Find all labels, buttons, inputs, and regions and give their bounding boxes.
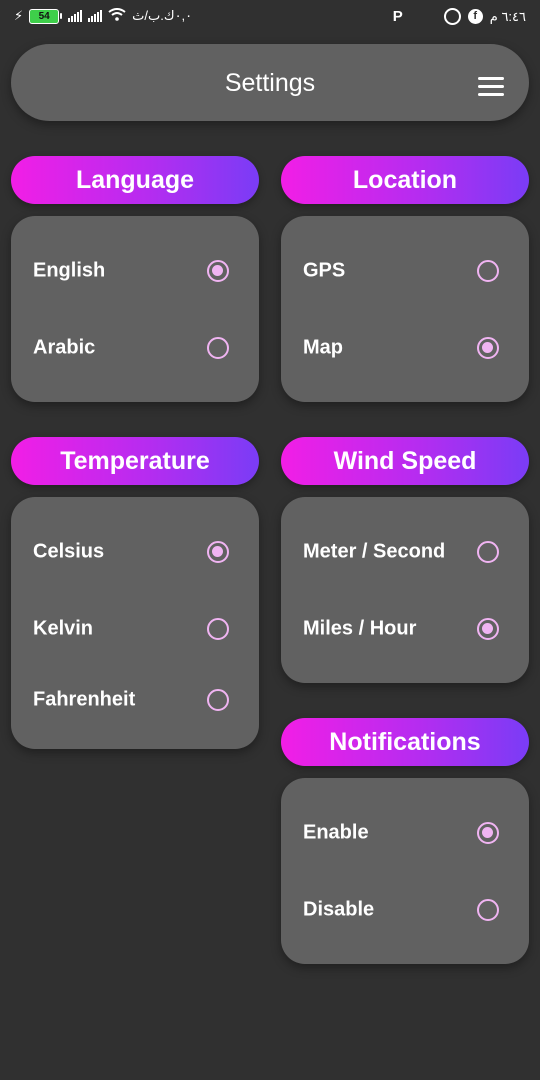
language-option-english[interactable]: English bbox=[11, 232, 259, 309]
wind-option-meter-second[interactable]: Meter / Second bbox=[281, 513, 529, 590]
option-label: Celsius bbox=[33, 540, 105, 562]
battery-level: 54 bbox=[29, 8, 60, 24]
page-title: Settings bbox=[224, 69, 316, 97]
option-label: GPS bbox=[303, 259, 346, 281]
temperature-section: Temperature Celsius Kelvin Fahrenheit bbox=[11, 437, 259, 749]
temperature-header: Temperature bbox=[11, 437, 259, 485]
option-label: Disable bbox=[303, 898, 375, 920]
wifi-icon bbox=[108, 8, 126, 24]
location-options: GPS Map bbox=[281, 216, 529, 402]
wind-option-miles-hour[interactable]: Miles / Hour bbox=[281, 590, 529, 667]
radio-unselected-icon[interactable] bbox=[207, 689, 229, 711]
whatsapp-icon bbox=[443, 8, 461, 25]
option-label: Kelvin bbox=[33, 617, 94, 639]
language-section: Language English Arabic bbox=[11, 156, 259, 402]
temperature-option-celsius[interactable]: Celsius bbox=[11, 513, 259, 590]
notifications-option-enable[interactable]: Enable bbox=[281, 794, 529, 871]
p-icon: P bbox=[392, 8, 403, 25]
clock: ٦:٤٦ م bbox=[489, 8, 526, 24]
radio-selected-icon[interactable] bbox=[477, 336, 499, 359]
temperature-option-fahrenheit[interactable]: Fahrenheit bbox=[11, 667, 259, 733]
option-label: Map bbox=[303, 336, 343, 358]
radio-selected-icon[interactable] bbox=[477, 821, 499, 844]
location-option-gps[interactable]: GPS bbox=[281, 232, 529, 309]
option-label: Meter / Second bbox=[303, 540, 446, 562]
notifications-section: Notifications Enable Disable bbox=[281, 718, 529, 964]
radio-unselected-icon[interactable] bbox=[207, 336, 229, 359]
hamburger-menu-icon[interactable] bbox=[478, 77, 504, 97]
battery-icon: 54 bbox=[29, 8, 63, 24]
location-option-map[interactable]: Map bbox=[281, 309, 529, 386]
facebook-icon: f bbox=[467, 9, 483, 24]
radio-unselected-icon[interactable] bbox=[477, 898, 499, 921]
language-option-arabic[interactable]: Arabic bbox=[11, 309, 259, 386]
option-label: Fahrenheit bbox=[33, 688, 136, 711]
wind-speed-section: Wind Speed Meter / Second Miles / Hour bbox=[281, 437, 529, 683]
notifications-option-disable[interactable]: Disable bbox=[281, 871, 529, 948]
radio-unselected-icon[interactable] bbox=[477, 540, 499, 563]
radio-selected-icon[interactable] bbox=[477, 617, 499, 640]
app-bar: Settings bbox=[11, 44, 529, 121]
radio-selected-icon[interactable] bbox=[207, 259, 229, 282]
signal-icon-2 bbox=[88, 10, 103, 22]
language-header: Language bbox=[11, 156, 259, 204]
radio-unselected-icon[interactable] bbox=[477, 259, 499, 282]
language-options: English Arabic bbox=[11, 216, 259, 402]
charging-icon: ⚡ bbox=[14, 8, 24, 23]
option-label: English bbox=[33, 259, 106, 281]
temperature-option-kelvin[interactable]: Kelvin bbox=[11, 590, 259, 667]
status-left: ⚡ 54 ٠,٠ك.ب/ث bbox=[14, 8, 192, 24]
signal-icon bbox=[68, 10, 83, 22]
location-header: Location bbox=[281, 156, 529, 204]
radio-selected-icon[interactable] bbox=[207, 540, 229, 563]
radio-unselected-icon[interactable] bbox=[207, 617, 229, 640]
temperature-options: Celsius Kelvin Fahrenheit bbox=[11, 497, 259, 749]
notifications-header: Notifications bbox=[281, 718, 529, 766]
option-label: Enable bbox=[303, 821, 369, 843]
wind-speed-header: Wind Speed bbox=[281, 437, 529, 485]
notifications-options: Enable Disable bbox=[281, 778, 529, 964]
option-label: Miles / Hour bbox=[303, 617, 417, 639]
location-section: Location GPS Map bbox=[281, 156, 529, 402]
option-label: Arabic bbox=[33, 336, 96, 358]
status-right: P f ٦:٤٦ م bbox=[393, 8, 526, 25]
status-bar: ⚡ 54 ٠,٠ك.ب/ث P f ٦:٤٦ م bbox=[0, 0, 540, 34]
wind-speed-options: Meter / Second Miles / Hour bbox=[281, 497, 529, 683]
network-speed: ٠,٠ك.ب/ث bbox=[132, 8, 193, 23]
